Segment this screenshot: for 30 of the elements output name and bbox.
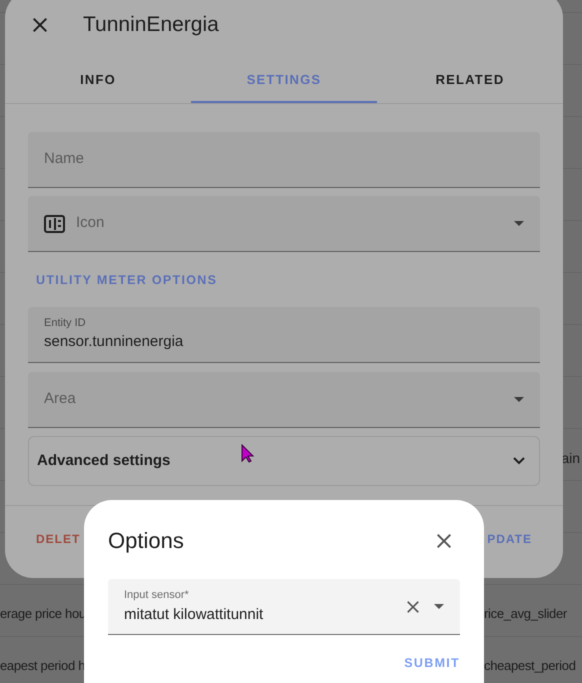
area-field[interactable]: Area [28,372,540,428]
update-button[interactable]: PDATE [487,530,532,548]
field-value: mitatut kilowattitunnit [124,604,264,624]
tab[interactable]: INFO [5,58,191,103]
entity-id-field[interactable]: Entity ID sensor.tunninenergia [28,306,540,363]
counter-icon [44,214,65,232]
delete-button[interactable]: DELET [36,530,80,548]
caret-icon[interactable] [514,396,524,402]
options-link[interactable]: UTILITY METER OPTIONS [36,271,218,290]
dialog-title: Options [108,527,184,555]
input-sensor-field[interactable]: Input sensor* mitatut kilowattitunnit [108,579,460,635]
row-text: cheapest_period [484,657,576,676]
advanced-settings-panel[interactable]: Advanced settings [28,436,540,486]
dialog-title: TunninEnergia [83,12,219,38]
name-field[interactable]: Name [28,132,540,188]
chevron-icon [513,456,525,465]
icon-field[interactable]: Icon [28,196,540,252]
tab[interactable]: SETTINGS [191,58,377,103]
field-placeholder: Icon [76,213,106,234]
field-placeholder: Area [44,389,77,409]
field-label: Input sensor* [124,588,190,603]
caret-icon[interactable] [514,221,524,226]
field-value: sensor.tunninenergia [44,332,184,352]
tab[interactable]: RELATED [377,58,563,103]
field-label: Entity ID [44,316,87,331]
submit-button[interactable]: SUBMIT [404,654,460,673]
field-placeholder: Name [44,149,84,170]
caret-icon[interactable] [434,604,444,609]
row-text: rice_avg_slider [484,605,567,624]
pointer-icon [241,444,255,463]
